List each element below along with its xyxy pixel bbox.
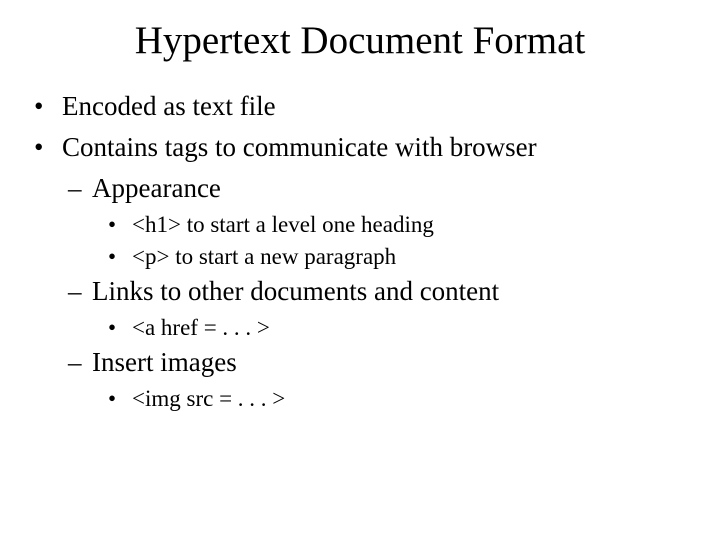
bullet-dot-icon: • xyxy=(108,315,132,341)
bullet-level3: • <img src = . . . > xyxy=(108,386,690,412)
bullet-text: Appearance xyxy=(92,173,221,204)
bullet-dot-icon: • xyxy=(108,212,132,238)
bullet-level1: • Contains tags to communicate with brow… xyxy=(34,132,690,163)
bullet-dot-icon: • xyxy=(108,244,132,270)
dash-icon: – xyxy=(68,347,92,378)
bullet-text: <a href = . . . > xyxy=(132,315,270,341)
bullet-level2: – Insert images xyxy=(68,347,690,378)
bullet-level2: – Appearance xyxy=(68,173,690,204)
bullet-text: Contains tags to communicate with browse… xyxy=(62,132,537,163)
bullet-text: Encoded as text file xyxy=(62,91,276,122)
bullet-text: <h1> to start a level one heading xyxy=(132,212,434,238)
dash-icon: – xyxy=(68,276,92,307)
bullet-text: <p> to start a new paragraph xyxy=(132,244,396,270)
bullet-dot-icon: • xyxy=(108,386,132,412)
bullet-text: Insert images xyxy=(92,347,237,378)
bullet-level1: • Encoded as text file xyxy=(34,91,690,122)
bullet-level3: • <h1> to start a level one heading xyxy=(108,212,690,238)
bullet-text: Links to other documents and content xyxy=(92,276,499,307)
bullet-level3: • <a href = . . . > xyxy=(108,315,690,341)
bullet-dot-icon: • xyxy=(34,91,62,122)
bullet-level3: • <p> to start a new paragraph xyxy=(108,244,690,270)
dash-icon: – xyxy=(68,173,92,204)
bullet-dot-icon: • xyxy=(34,132,62,163)
bullet-text: <img src = . . . > xyxy=(132,386,285,412)
slide-title: Hypertext Document Format xyxy=(30,18,690,63)
bullet-level2: – Links to other documents and content xyxy=(68,276,690,307)
